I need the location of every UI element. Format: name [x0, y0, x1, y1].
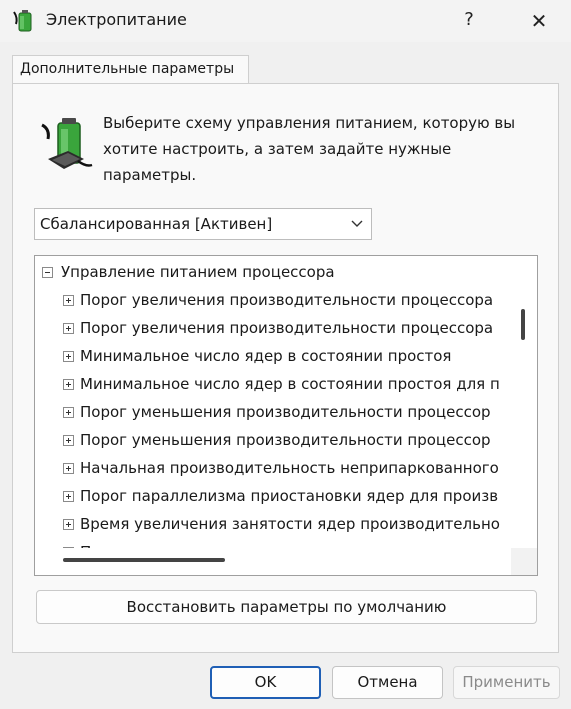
tree-item-label: П — [80, 538, 91, 548]
vertical-scrollbar-thumb[interactable] — [521, 309, 525, 340]
expand-icon[interactable] — [63, 379, 74, 390]
expand-icon[interactable] — [63, 463, 74, 474]
tree-group-label: Управление питанием процессора — [61, 263, 335, 281]
tree-item-label: Порог уменьшения производительности проц… — [80, 403, 491, 421]
tree-item-label: Порог увеличения производительности проц… — [80, 319, 494, 337]
scrollbar-corner — [511, 548, 537, 575]
horizontal-scrollbar-thumb[interactable] — [63, 558, 225, 562]
expand-icon[interactable] — [63, 351, 74, 362]
collapse-icon[interactable] — [42, 267, 53, 278]
battery-plug-icon — [13, 10, 32, 32]
apply-button[interactable]: Применить — [453, 666, 560, 699]
tree-viewport: Управление питанием процессора Порог уве… — [35, 256, 511, 548]
expand-icon[interactable] — [63, 491, 74, 502]
close-button[interactable]: ✕ — [514, 0, 564, 42]
battery-plug-icon — [41, 118, 93, 169]
title-bar: Электропитание ? ✕ — [0, 0, 571, 42]
expand-icon[interactable] — [63, 547, 74, 548]
expand-icon[interactable] — [63, 323, 74, 334]
window-title: Электропитание — [46, 10, 187, 29]
power-scheme-select[interactable]: Сбалансированная [Активен] — [34, 208, 372, 240]
tree-item-label: Порог увеличения производительности проц… — [80, 291, 494, 309]
cancel-button[interactable]: Отмена — [332, 666, 443, 699]
tree-item-label: Начальная производительность неприпарков… — [80, 459, 499, 477]
tab-advanced-settings[interactable]: Дополнительные параметры — [12, 55, 249, 84]
tree-item-label: Порог уменьшения производительности проц… — [80, 431, 491, 449]
expand-icon[interactable] — [63, 295, 74, 306]
restore-defaults-button[interactable]: Восстановить параметры по умолчанию — [36, 590, 537, 624]
settings-tree[interactable]: Управление питанием процессора Порог уве… — [34, 255, 538, 576]
intro-text: Выберите схему управления питанием, кото… — [103, 114, 516, 184]
expand-icon[interactable] — [63, 519, 74, 530]
tree-item-label: Порог параллелизма приостановки ядер для… — [80, 487, 499, 505]
power-scheme-value: Сбалансированная [Активен] — [40, 215, 273, 233]
chevron-down-icon — [351, 220, 363, 227]
help-button[interactable]: ? — [446, 0, 492, 42]
tree-item-label: Минимальное число ядер в состоянии прост… — [80, 347, 452, 365]
tree-item-label: Минимальное число ядер в состоянии прост… — [80, 375, 500, 393]
tree-item-label: Время увеличения занятости ядер производ… — [80, 515, 500, 533]
expand-icon[interactable] — [63, 407, 74, 418]
power-options-dialog: Электропитание ? ✕ Дополнительные параме… — [0, 0, 571, 709]
ok-button[interactable]: OK — [210, 666, 321, 699]
expand-icon[interactable] — [63, 435, 74, 446]
